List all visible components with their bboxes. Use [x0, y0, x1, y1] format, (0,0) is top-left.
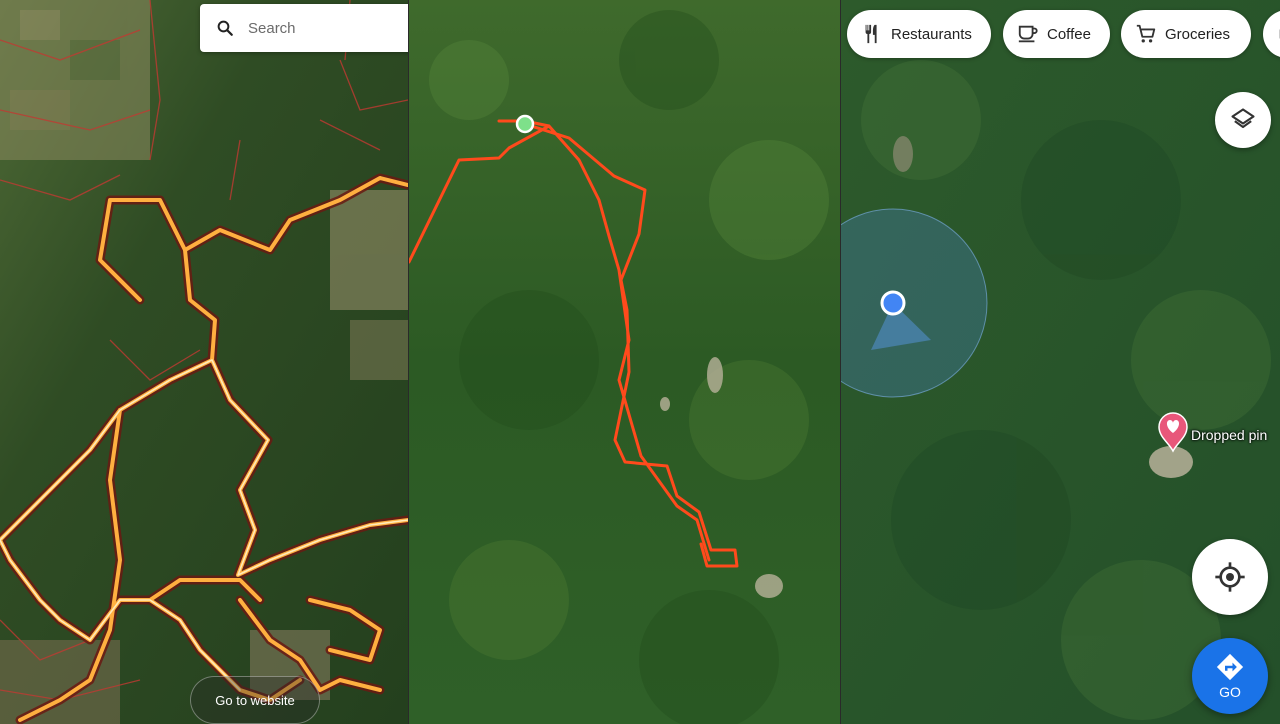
- my-location-button[interactable]: [1192, 539, 1268, 615]
- layers-button[interactable]: [1215, 92, 1271, 148]
- chip-restaurants-label: Restaurants: [891, 25, 972, 43]
- gps-track-panel[interactable]: [408, 0, 840, 724]
- chip-groceries-label: Groceries: [1165, 25, 1231, 43]
- go-to-website-button[interactable]: Go to website: [190, 676, 320, 724]
- search-bar[interactable]: Search: [200, 4, 408, 52]
- chip-coffee-label: Coffee: [1047, 25, 1091, 43]
- track-start-marker[interactable]: [515, 114, 535, 134]
- heatmap-map[interactable]: [0, 0, 408, 724]
- coffee-cup-icon: [1018, 25, 1038, 43]
- rock-outcrop: [1149, 446, 1193, 478]
- location-map-panel[interactable]: Dropped pin Restaurants Coffee Groceries…: [840, 0, 1280, 724]
- search-placeholder: Search: [248, 19, 296, 37]
- go-button-label: GO: [1219, 684, 1241, 700]
- go-directions-button[interactable]: GO: [1192, 638, 1268, 714]
- search-icon: [217, 20, 233, 36]
- dropped-pin-label[interactable]: Dropped pin: [1191, 427, 1267, 443]
- shopping-cart-icon: [1136, 24, 1156, 43]
- trail-heatmap-panel[interactable]: Search Go to website: [0, 0, 408, 724]
- satellite-map-track[interactable]: [409, 0, 840, 724]
- chip-groceries[interactable]: Groceries: [1121, 10, 1251, 58]
- layers-icon: [1231, 108, 1255, 129]
- fork-knife-icon: [865, 24, 877, 44]
- rock-outcrop: [893, 136, 913, 172]
- chip-restaurants[interactable]: Restaurants: [847, 10, 991, 58]
- directions-icon: [1216, 653, 1244, 681]
- satellite-map[interactable]: [841, 0, 1280, 724]
- my-location-icon: [1215, 562, 1245, 592]
- my-location-dot[interactable]: [880, 290, 906, 316]
- chip-coffee[interactable]: Coffee: [1003, 10, 1110, 58]
